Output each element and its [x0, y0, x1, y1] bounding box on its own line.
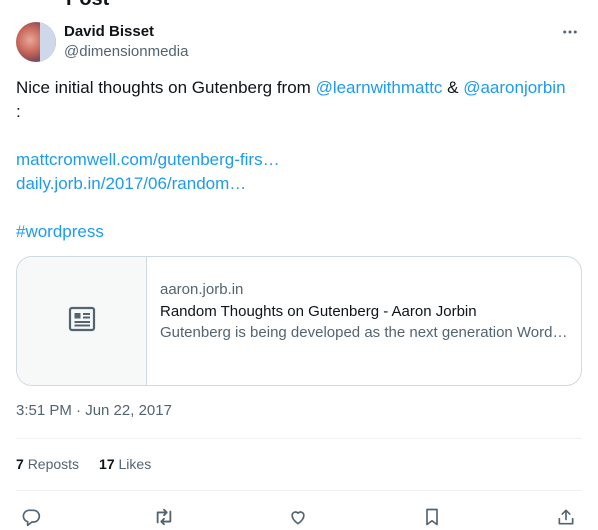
likes-stat[interactable]: 17 Likes	[99, 456, 151, 472]
reposts-count: 7	[16, 456, 24, 472]
divider	[16, 490, 582, 491]
more-horizontal-icon[interactable]	[558, 22, 582, 42]
tweet-header: David Bisset @dimensionmedia	[16, 22, 582, 62]
card-body: aaron.jorb.in Random Thoughts on Gutenbe…	[160, 279, 570, 343]
bookmark-icon[interactable]	[418, 504, 446, 530]
likes-count: 17	[99, 456, 115, 472]
reply-icon[interactable]	[17, 504, 45, 530]
reposts-label: Reposts	[27, 456, 80, 472]
mention-learnwithmattc[interactable]: @learnwithmattc	[316, 78, 443, 97]
card-description: Gutenberg is being developed as the next…	[160, 324, 568, 341]
link-preview-card[interactable]: aaron.jorb.in Random Thoughts on Gutenbe…	[16, 256, 582, 386]
hashtag-wordpress[interactable]: #wordpress	[16, 222, 104, 241]
tweet-text-colon: :	[16, 102, 21, 121]
like-icon[interactable]	[284, 504, 312, 530]
link-mattcromwell[interactable]: mattcromwell.com/gutenberg-firs…	[16, 150, 280, 169]
card-domain: aaron.jorb.in	[160, 281, 244, 298]
page-header-title: Post	[66, 0, 109, 11]
tweet-text: Nice initial thoughts on Gutenberg from …	[16, 76, 586, 244]
mention-aaronjorbin[interactable]: @aaronjorbin	[463, 78, 565, 97]
link-jorbin[interactable]: daily.jorb.in/2017/06/random…	[16, 174, 246, 193]
card-title: Random Thoughts on Gutenberg - Aaron Jor…	[160, 303, 477, 320]
action-bar	[16, 504, 582, 530]
repost-icon[interactable]	[150, 504, 178, 530]
tweet-text-amp: &	[442, 78, 464, 97]
card-thumbnail	[17, 257, 147, 385]
likes-label: Likes	[118, 456, 152, 472]
divider	[16, 438, 582, 439]
author-name[interactable]: David Bisset	[64, 23, 154, 40]
tweet-text-prefix: Nice initial thoughts on Gutenberg from	[16, 78, 316, 97]
engagement-stats: 7 Reposts 17 Likes	[16, 456, 151, 472]
reposts-stat[interactable]: 7 Reposts	[16, 456, 79, 472]
author-handle[interactable]: @dimensionmedia	[64, 43, 188, 60]
tweet-timestamp[interactable]: 3:51 PM · Jun 22, 2017	[16, 402, 172, 419]
avatar[interactable]	[16, 22, 56, 62]
article-icon	[68, 306, 96, 337]
share-icon[interactable]	[552, 504, 580, 530]
